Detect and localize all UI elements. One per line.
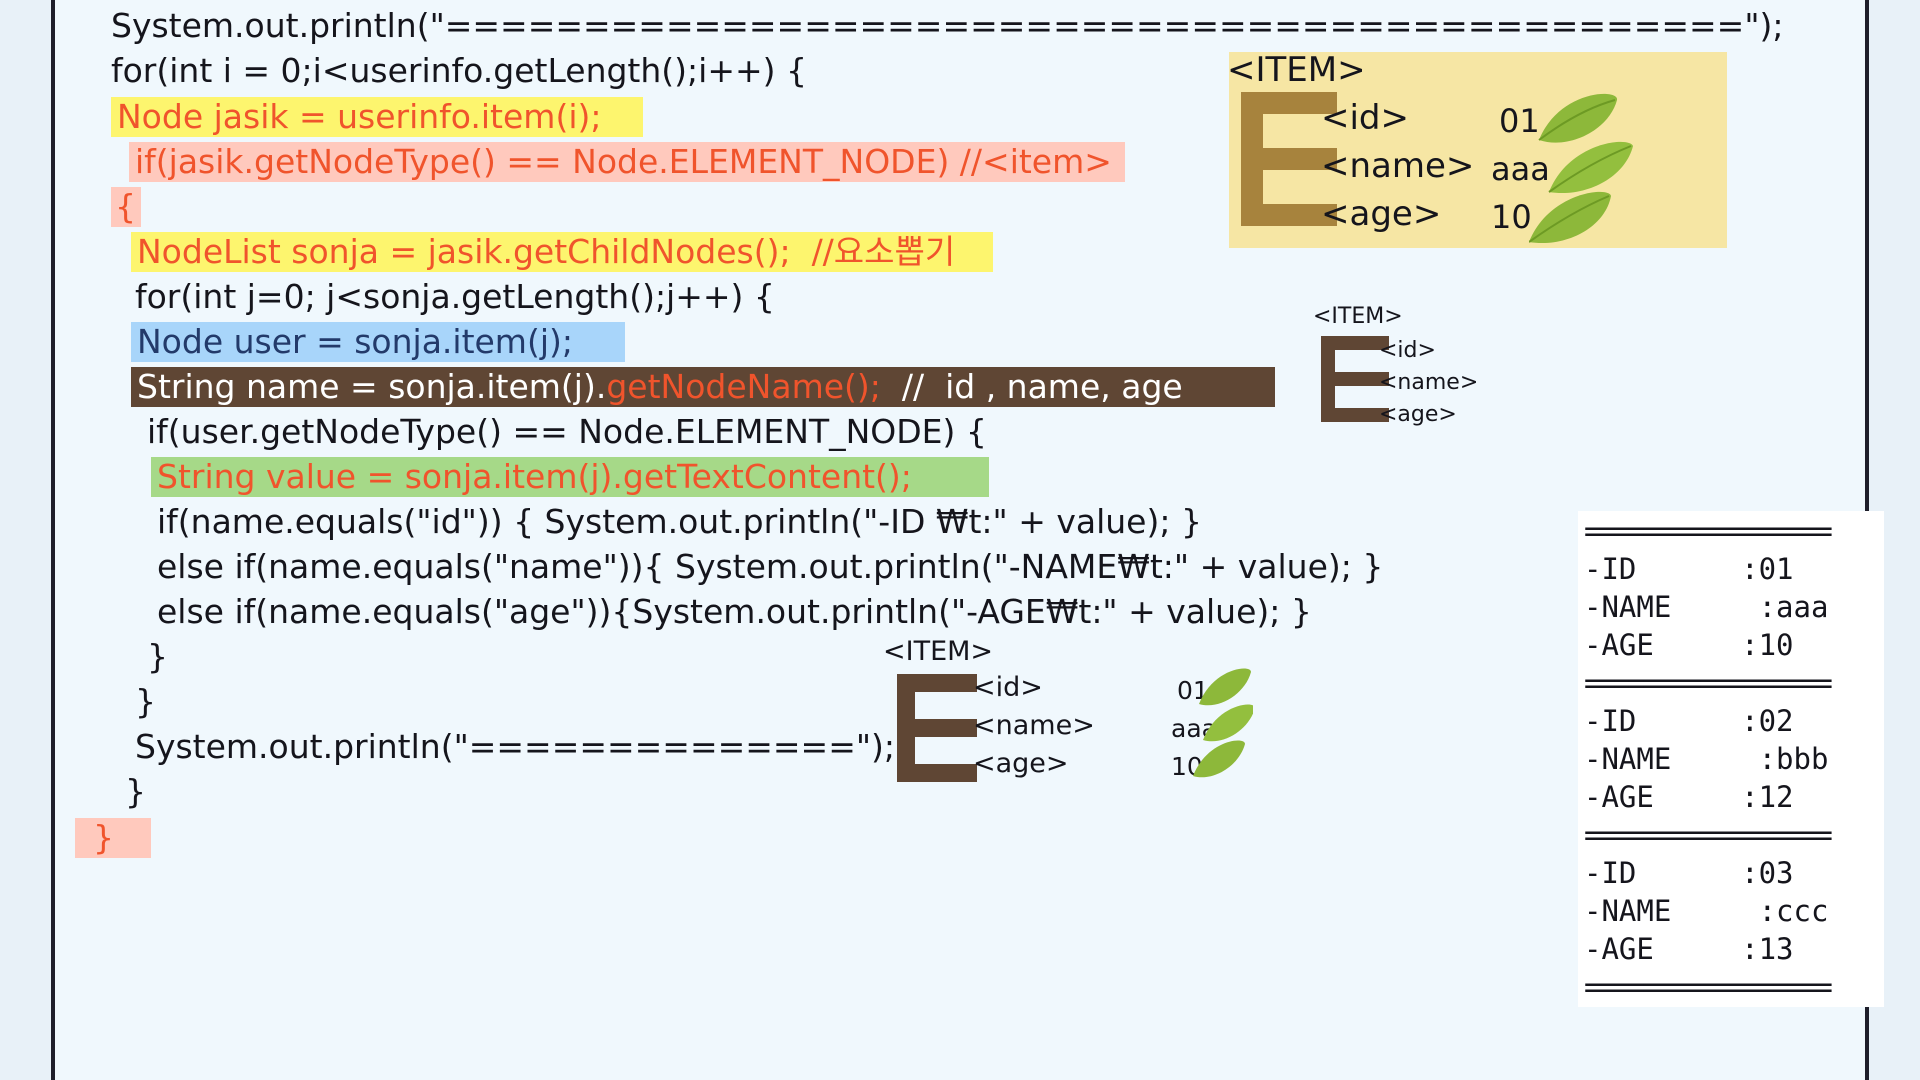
console-row-id: -ID :02 xyxy=(1584,704,1794,738)
code-line-3-highlight: Node jasik = userinfo.item(i); xyxy=(111,97,643,137)
item-diagram-small-tag-name: <name> xyxy=(1379,370,1479,395)
code-line-10: if(user.getNodeType() == Node.ELEMENT_NO… xyxy=(147,412,987,451)
console-row-age: -AGE :12 xyxy=(1584,780,1794,814)
leaf-icon xyxy=(1529,93,1633,244)
console-row-age: -AGE :13 xyxy=(1584,932,1794,966)
code-line-6-highlight: NodeList sonja = jasik.getChildNodes(); … xyxy=(131,232,993,272)
console-row-name: -NAME :aaa xyxy=(1584,590,1829,624)
code-line-9-highlight: String name = sonja.item(j).getNodeName(… xyxy=(131,367,1275,407)
console-separator: ================= xyxy=(1584,666,1833,700)
code-line-19-brace: } xyxy=(75,818,151,858)
code-line-15: } xyxy=(147,637,168,676)
console-separator: ================= xyxy=(1584,970,1833,1004)
console-output: ================= -ID :01 -NAME :aaa -AG… xyxy=(1578,511,1884,1007)
console-row-name: -NAME :bbb xyxy=(1584,742,1829,776)
console-row-age: -AGE :10 xyxy=(1584,628,1794,662)
item-diagram-small-title: <ITEM> xyxy=(1313,304,1403,329)
item-diagram-bottom-tag-age: <age> xyxy=(973,748,1069,779)
leaf-icon xyxy=(1193,668,1253,778)
code-line-14: else if(name.equals("age")){System.out.p… xyxy=(157,592,1312,631)
code-line-13: else if(name.equals("name")){ System.out… xyxy=(157,547,1384,586)
console-row-id: -ID :03 xyxy=(1584,856,1794,890)
item-diagram-large-tag-name: <name> xyxy=(1321,146,1475,186)
item-diagram-small-tag-id: <id> xyxy=(1379,338,1436,363)
code-line-9c: // id , name, age xyxy=(880,367,1183,406)
item-diagram-large-tag-age: <age> xyxy=(1321,194,1442,234)
code-line-1: System.out.println("====================… xyxy=(111,6,1784,45)
code-line-5-brace: { xyxy=(111,187,141,227)
console-row-name: -NAME :ccc xyxy=(1584,894,1829,928)
console-separator: ================= xyxy=(1584,514,1833,548)
code-line-11-highlight: String value = sonja.item(j).getTextCont… xyxy=(151,457,989,497)
console-row-id: -ID :01 xyxy=(1584,552,1794,586)
code-line-2: for(int i = 0;i<userinfo.getLength();i++… xyxy=(111,51,807,90)
item-diagram-large-value-age: 10 xyxy=(1491,198,1532,236)
code-line-7: for(int j=0; j<sonja.getLength();j++) { xyxy=(135,277,775,316)
code-line-17: System.out.println("=============="); xyxy=(135,727,896,766)
code-line-9b: getNodeName(); xyxy=(606,367,881,406)
item-diagram-large: <ITEM> <id> <name> <age> 01 aaa 10 xyxy=(1227,50,1727,248)
code-line-9a: String name = sonja.item(j). xyxy=(137,367,607,406)
code-line-4-highlight: if(jasik.getNodeType() == Node.ELEMENT_N… xyxy=(129,142,1125,182)
item-diagram-bottom-title: <ITEM> xyxy=(883,636,994,667)
item-diagram-small-tag-age: <age> xyxy=(1379,402,1457,427)
item-diagram-large-tag-id: <id> xyxy=(1321,98,1410,138)
code-line-8-highlight: Node user = sonja.item(j); xyxy=(131,322,625,362)
item-diagram-bottom-tag-name: <name> xyxy=(973,710,1095,741)
slide: System.out.println("====================… xyxy=(51,0,1884,1080)
item-diagram-small: <ITEM> <id> <name> <age> xyxy=(1313,304,1493,427)
console-separator: ================= xyxy=(1584,818,1833,852)
item-diagram-bottom: <ITEM> <id> <name> <age> 01 aaa 10 xyxy=(883,636,1253,782)
bracket-e-icon xyxy=(897,674,977,782)
item-diagram-bottom-tag-id: <id> xyxy=(973,672,1043,703)
code-line-18: } xyxy=(125,772,146,811)
code-line-12: if(name.equals("id")) { System.out.print… xyxy=(157,502,1202,541)
code-line-16: } xyxy=(135,682,156,721)
item-diagram-large-title: <ITEM> xyxy=(1227,50,1366,90)
